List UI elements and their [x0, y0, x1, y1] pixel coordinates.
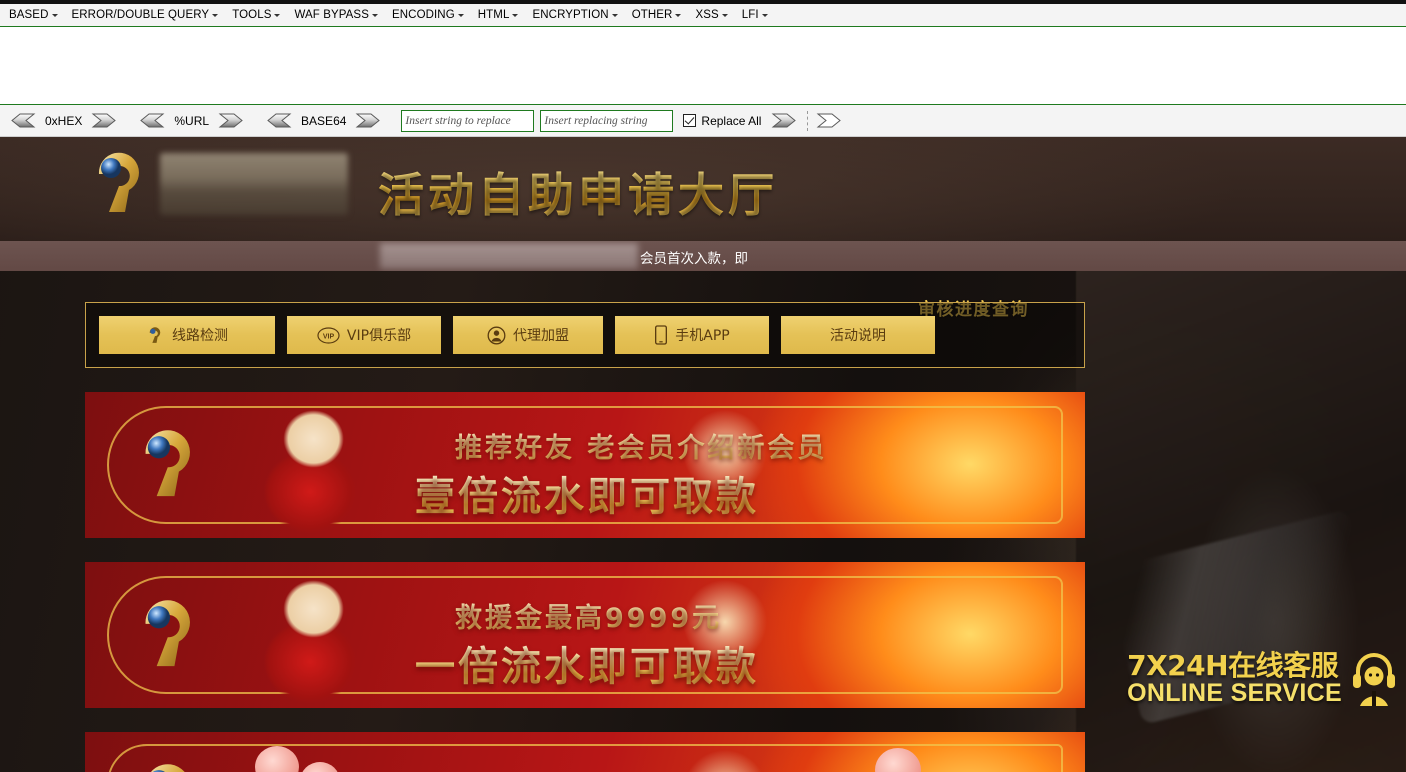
main-content-column: 线路检测 VIP VIP俱乐部 代理加盟 手机APP 活动说明 推荐好友 老会员… — [85, 302, 1085, 772]
quick-nav-bar: 线路检测 VIP VIP俱乐部 代理加盟 手机APP 活动说明 — [85, 302, 1085, 368]
menu-item-html[interactable]: HTML — [471, 4, 526, 26]
nav-button-line-detect[interactable]: 线路检测 — [99, 316, 275, 354]
menu-item-label: LFI — [741, 9, 759, 21]
arrow-left-icon[interactable] — [137, 113, 165, 128]
nav-button-label: 代理加盟 — [513, 328, 569, 344]
online-service-text: 7X24H在线客服 ONLINE SERVICE — [1127, 652, 1342, 706]
menu-item-label: ENCRYPTION — [532, 9, 609, 21]
banner-headline: 推荐好友 老会员介绍新会员 — [455, 426, 827, 465]
nav-button-label: 线路检测 — [172, 328, 228, 344]
converter-label: %URL — [174, 113, 210, 128]
online-service-line1: 7X24H在线客服 — [1127, 649, 1339, 682]
chevron-down-icon — [274, 13, 281, 17]
online-service-line2: ONLINE SERVICE — [1127, 679, 1342, 707]
chevron-down-icon — [512, 13, 519, 17]
chevron-down-icon — [371, 13, 378, 17]
menu-item-other[interactable]: OTHER — [625, 4, 689, 26]
menu-item-encryption[interactable]: ENCRYPTION — [525, 4, 624, 26]
arrow-right-icon[interactable] — [218, 113, 246, 128]
nav-button-label: 活动说明 — [830, 328, 886, 344]
replace-all-toggle[interactable]: Replace All — [683, 114, 761, 128]
vip-badge-icon: VIP — [317, 326, 340, 344]
converter-label: 0xHEX — [45, 113, 83, 128]
menu-item-label: XSS — [695, 9, 719, 21]
chevron-down-icon — [457, 13, 464, 17]
arrow-left-icon[interactable] — [8, 113, 36, 128]
brand-swoosh-globe-logo — [145, 430, 190, 497]
nav-button-mobile-app[interactable]: 手机APP — [615, 316, 769, 354]
extension-blank-panel — [0, 27, 1406, 105]
brand-name-redacted — [160, 153, 348, 215]
headset-agent-icon — [1353, 653, 1395, 706]
replace-input[interactable] — [540, 109, 674, 132]
converter-url: %URL — [137, 113, 246, 128]
menu-item-waf-bypass[interactable]: WAF BYPASS — [287, 4, 385, 26]
brand-swoosh-globe-logo[interactable] — [85, 150, 157, 218]
banner-headline: 救援金最高9999元 — [455, 596, 722, 635]
nav-button-agent-join[interactable]: 代理加盟 — [453, 316, 603, 354]
svg-text:VIP: VIP — [323, 333, 335, 340]
brand-swoosh-globe-logo — [145, 600, 190, 667]
marquee-bar: 会员首次入款，即 — [0, 241, 1406, 271]
god-of-wealth-pig-icon — [220, 402, 400, 534]
menu-item-label: TOOLS — [232, 9, 272, 21]
sakura-flowers-icon — [255, 746, 299, 772]
arrow-left-icon[interactable] — [264, 113, 292, 128]
menu-item-tools[interactable]: TOOLS — [225, 4, 287, 26]
person-circle-icon — [487, 326, 506, 344]
chevron-down-icon — [51, 13, 58, 17]
banner-subline: 壹倍流水即可取款 — [415, 464, 759, 522]
mobile-phone-icon — [655, 325, 668, 345]
extension-toolbar: 0xHEX %URL BASE64 Replace All — [0, 105, 1406, 137]
converter-base64: BASE64 — [264, 113, 383, 128]
god-of-wealth-rat-icon — [220, 572, 400, 704]
menu-item-label: BASED — [9, 9, 49, 21]
chevron-down-icon — [675, 13, 682, 17]
arrow-right-icon[interactable] — [91, 113, 119, 128]
menu-item-label: ENCODING — [391, 9, 455, 21]
menu-item-lfi[interactable]: LFI — [735, 4, 775, 26]
toolbar-separator — [807, 110, 809, 131]
chevron-down-icon — [212, 13, 219, 17]
menu-item-xss[interactable]: XSS — [688, 4, 734, 26]
nav-button-label: VIP俱乐部 — [346, 328, 412, 344]
nav-button-activity-info[interactable]: 活动说明 — [781, 316, 935, 354]
banner-referral[interactable]: 推荐好友 老会员介绍新会员 壹倍流水即可取款 — [85, 392, 1085, 538]
search-input[interactable] — [401, 109, 535, 132]
menu-item-label: ERROR/DOUBLE QUERY — [71, 9, 210, 21]
menu-item-label: WAF BYPASS — [294, 9, 369, 21]
arrow-right-icon[interactable] — [355, 113, 383, 128]
menu-item-encoding[interactable]: ENCODING — [385, 4, 471, 26]
sakura-flowers-icon — [300, 762, 340, 772]
menu-item-based[interactable]: BASED — [2, 4, 65, 26]
website-viewport: 活动自助申请大厅 审核进度查询 会员首次入款，即 线路检测 VIP VIP俱乐部 — [0, 137, 1406, 772]
menu-item-label: HTML — [477, 9, 510, 21]
banner-third-partial[interactable] — [85, 732, 1085, 772]
online-service-widget[interactable]: 7X24H在线客服 ONLINE SERVICE — [1127, 651, 1400, 707]
arrow-right-outline-icon[interactable] — [816, 113, 844, 128]
converter-hex: 0xHEX — [8, 113, 119, 128]
menu-item-label: OTHER — [631, 9, 673, 21]
marquee-text: 会员首次入款，即 — [640, 251, 748, 267]
chevron-down-icon — [721, 13, 728, 17]
site-header: 活动自助申请大厅 — [0, 137, 1406, 241]
nav-button-label: 手机APP — [675, 328, 730, 344]
globe-swoosh-icon — [149, 326, 161, 343]
banner-rescue-fund[interactable]: 救援金最高9999元 一倍流水即可取款 — [85, 562, 1085, 708]
brand-swoosh-globe-logo — [150, 764, 185, 772]
converter-label: BASE64 — [301, 113, 347, 128]
sakura-flowers-icon — [875, 748, 921, 772]
replace-all-checkbox[interactable] — [683, 114, 697, 127]
extension-menubar: BASED ERROR/DOUBLE QUERY TOOLS WAF BYPAS… — [0, 4, 1406, 27]
page-title: 活动自助申请大厅 — [378, 159, 778, 225]
chevron-down-icon — [761, 13, 768, 17]
nav-button-vip-club[interactable]: VIP VIP俱乐部 — [287, 316, 441, 354]
replace-all-label: Replace All — [701, 113, 762, 128]
marquee-redacted-block — [380, 243, 638, 269]
banner-subline: 一倍流水即可取款 — [415, 634, 759, 692]
chevron-down-icon — [611, 13, 618, 17]
menu-item-error-double-query[interactable]: ERROR/DOUBLE QUERY — [65, 4, 226, 26]
arrow-right-icon[interactable] — [771, 113, 799, 128]
